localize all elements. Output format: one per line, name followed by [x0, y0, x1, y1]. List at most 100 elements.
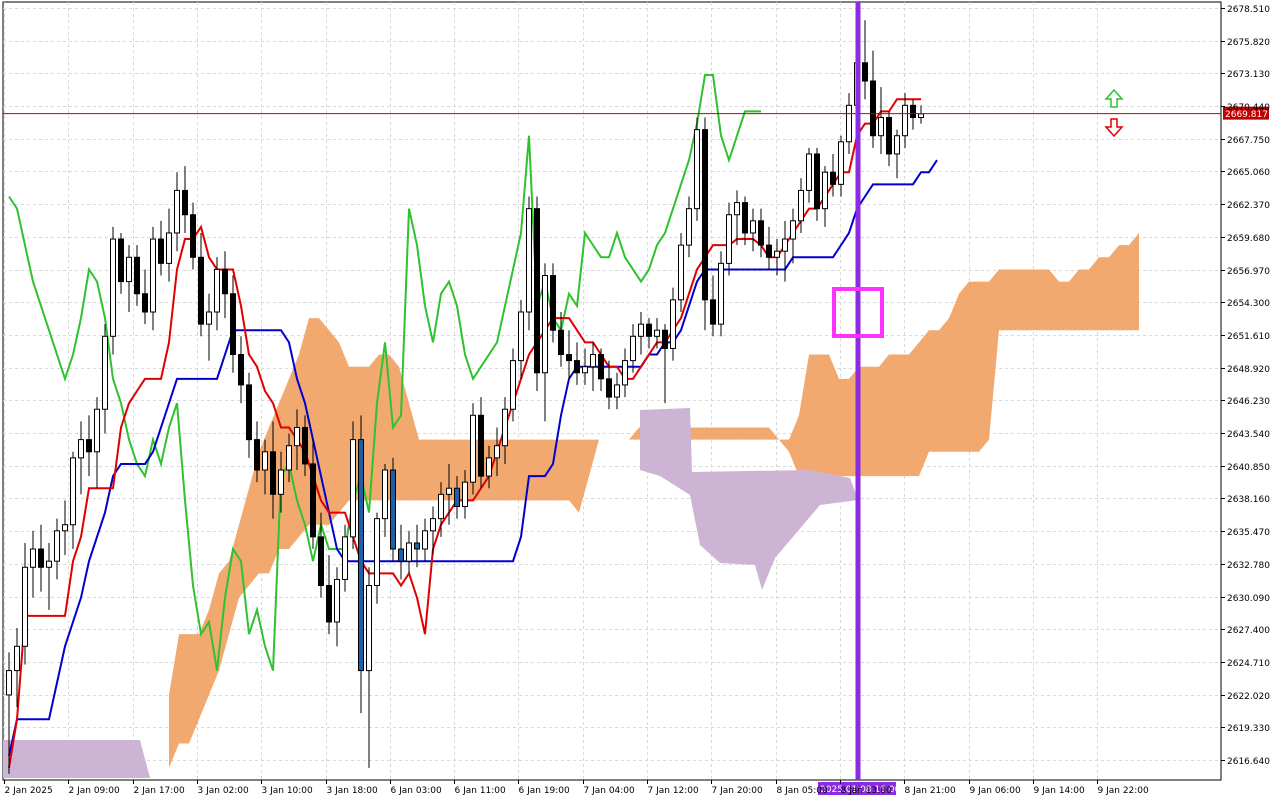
candle-body: [454, 487, 460, 507]
candle-body: [302, 426, 308, 465]
candle-body: [894, 135, 900, 155]
candle-body: [910, 104, 916, 118]
candle: [702, 117, 708, 331]
candle-body: [22, 566, 28, 647]
candle-body: [158, 238, 164, 264]
y-tick-label: 2673.130: [1227, 70, 1270, 80]
candle-body: [742, 202, 748, 234]
candle: [350, 421, 356, 550]
candle-body: [478, 414, 484, 477]
candle-body: [542, 275, 548, 374]
candle-body: [414, 542, 420, 550]
candle-body: [582, 366, 588, 374]
y-tick-label: 2656.970: [1227, 267, 1270, 277]
candle-body: [318, 536, 324, 586]
y-tick-label: 2648.920: [1227, 365, 1270, 375]
candle-body: [886, 116, 892, 155]
candle-body: [166, 232, 172, 264]
candle-body: [334, 578, 340, 623]
candle-body: [310, 463, 316, 538]
candle-body: [126, 256, 132, 283]
x-tick-label: 8 Jan 05:00: [777, 786, 829, 796]
candle-body: [14, 645, 20, 672]
candle-body: [590, 354, 596, 368]
candle-body: [438, 493, 444, 520]
candle-body: [462, 481, 468, 507]
candle-body: [814, 153, 820, 210]
candle-body: [574, 360, 580, 374]
candle-body: [534, 208, 540, 374]
x-tick-label: 7 Jan 20:00: [712, 786, 764, 796]
candle-body: [46, 560, 52, 568]
chart-container[interactable]: 2669.817 2025.01.08 16:00 2678.510 2675.82…: [0, 0, 1280, 800]
candle: [390, 457, 396, 562]
candle: [110, 226, 116, 355]
candle-body: [806, 153, 812, 191]
candle-body: [550, 275, 556, 331]
candle-body: [286, 445, 292, 471]
candle-body: [494, 445, 500, 459]
x-tick-label: 2 Jan 2025: [5, 786, 53, 796]
candle-body: [862, 62, 868, 82]
candle-body: [630, 335, 636, 362]
candle-body: [78, 439, 84, 459]
candle-body: [206, 311, 212, 325]
candle-body: [694, 129, 700, 210]
candle-body: [398, 548, 404, 562]
candle-body: [150, 238, 156, 313]
candle-body: [374, 518, 380, 586]
candle-body: [774, 250, 780, 258]
y-tick-label: 2640.850: [1227, 463, 1270, 473]
candle-body: [918, 113, 924, 118]
y-tick-label: 2624.710: [1227, 659, 1270, 669]
candle: [718, 251, 724, 337]
candle-body: [614, 384, 620, 398]
x-tick-label: 9 Jan 06:00: [970, 786, 1022, 796]
candle-body: [6, 670, 12, 696]
candle-body: [446, 487, 452, 495]
candle-body: [838, 141, 844, 185]
kumo-bearish: [3, 740, 150, 778]
x-tick-label: 6 Jan 11:00: [455, 786, 507, 796]
y-tick-label: 2659.680: [1227, 234, 1270, 244]
candle-body: [622, 360, 628, 386]
candle-body: [30, 548, 36, 568]
candle-body: [518, 311, 524, 362]
candle-body: [198, 256, 204, 325]
candle-body: [262, 451, 268, 471]
candle-body: [342, 536, 348, 580]
candle-body: [142, 293, 148, 313]
candle-body: [606, 378, 612, 398]
candle-body: [54, 530, 60, 562]
candle-body: [470, 414, 476, 483]
candle-body: [662, 329, 668, 349]
candle-body: [174, 189, 180, 234]
candle-body: [86, 439, 92, 453]
y-tick-label: 2635.470: [1227, 528, 1270, 538]
candle-body: [246, 384, 252, 441]
candle-body: [118, 238, 124, 283]
candle-body: [238, 354, 244, 386]
candle: [470, 403, 476, 495]
ichimoku-chart[interactable]: 2669.8172025.01.08 16:00 2678.5102675.82…: [0, 0, 1280, 800]
candle-body: [102, 335, 108, 410]
candle-body: [222, 268, 228, 295]
y-tick-label: 2662.370: [1227, 201, 1270, 211]
y-tick-label: 2619.330: [1227, 724, 1270, 734]
candle-body: [902, 104, 908, 137]
y-tick-label: 2654.300: [1227, 299, 1270, 309]
candle-body: [726, 214, 732, 264]
candle-body: [702, 129, 708, 301]
candle-body: [790, 220, 796, 240]
candle: [358, 415, 364, 714]
candle-body: [430, 518, 436, 532]
candle-body: [358, 439, 364, 672]
y-tick-label: 2665.060: [1227, 168, 1270, 178]
y-tick-label: 2670.440: [1227, 103, 1270, 113]
candle-body: [422, 530, 428, 550]
y-tick-label: 2646.230: [1227, 397, 1270, 407]
candle-body: [846, 104, 852, 143]
x-tick-label: 3 Jan 18:00: [327, 786, 379, 796]
candle-body: [758, 220, 764, 246]
candle-body: [558, 329, 564, 356]
